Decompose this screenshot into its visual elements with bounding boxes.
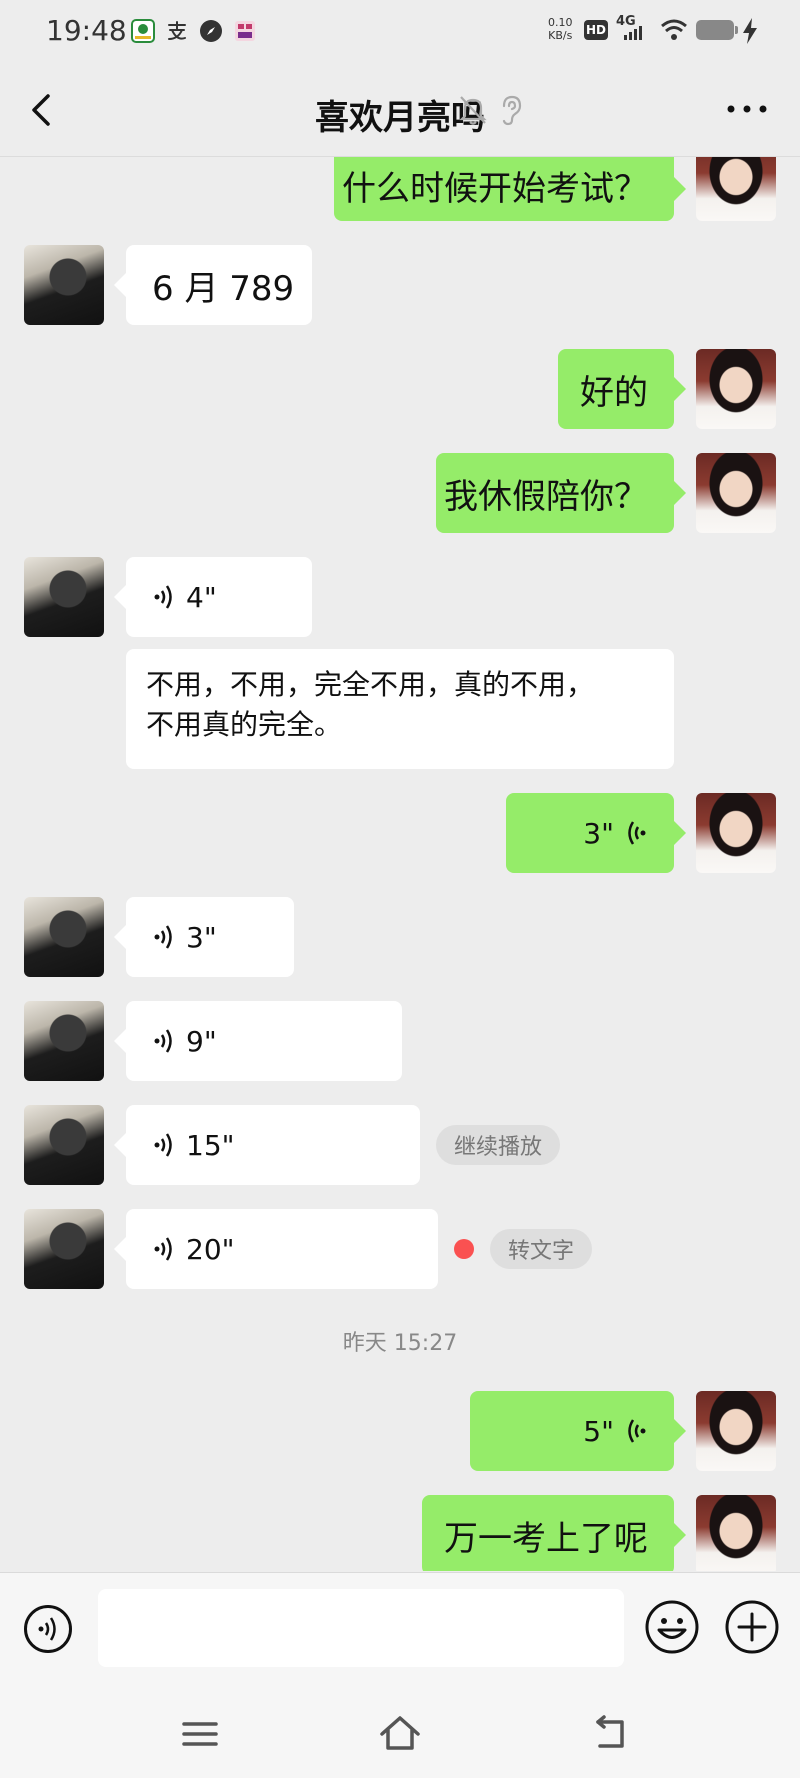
message-text: 什么时候开始考试？ <box>342 168 648 209</box>
voice-transcript[interactable]: 不用，不用，完全不用，真的不用， 不用真的完全。 <box>126 649 674 769</box>
emoji-button[interactable] <box>644 1599 700 1659</box>
voice-wave-icon <box>628 821 646 845</box>
voice-message-incoming[interactable]: 20" <box>114 1209 438 1289</box>
avatar-contact[interactable] <box>24 1001 104 1081</box>
avatar-contact[interactable] <box>24 897 104 977</box>
home-icon <box>380 1716 420 1750</box>
message-text: 我休假陪你？ <box>444 476 648 517</box>
transcript-line: 不用真的完全。 <box>146 708 343 741</box>
bell-off-icon <box>458 94 488 130</box>
voice-mode-button[interactable] <box>24 1605 72 1653</box>
voice-mode-icon <box>38 1617 56 1641</box>
more-horizontal-icon <box>727 105 767 113</box>
plus-circle-icon <box>725 1600 779 1654</box>
message-bubble-incoming[interactable]: 6 月 789 <box>114 245 312 325</box>
voice-message-outgoing[interactable]: 5" <box>470 1391 686 1471</box>
menu-icon <box>182 1722 218 1746</box>
message-bubble-outgoing[interactable]: 好的 <box>558 349 686 429</box>
status-time: 19:48 <box>46 14 127 47</box>
voice-duration: 5" <box>583 1414 614 1448</box>
timestamp: 昨天 15:27 <box>342 1331 458 1356</box>
hd-badge: HD <box>584 20 608 40</box>
avatar-self[interactable] <box>696 1391 776 1471</box>
avatar-contact[interactable] <box>24 245 104 325</box>
chat-header: 喜欢月亮吗 <box>0 64 800 157</box>
avatar-self[interactable] <box>696 349 776 429</box>
voice-wave-icon <box>154 1133 172 1157</box>
voice-duration: 15" <box>186 1128 235 1162</box>
wechat-pay-icon <box>130 18 156 44</box>
voice-message-incoming[interactable]: 4" <box>114 557 312 637</box>
voice-duration: 9" <box>186 1024 217 1058</box>
alipay-icon <box>164 18 190 44</box>
menu-button[interactable] <box>180 1716 220 1756</box>
transcript-line: 不用，不用，完全不用，真的不用， <box>146 668 595 701</box>
voice-message-incoming[interactable]: 15" <box>114 1105 420 1185</box>
avatar-self[interactable] <box>696 793 776 873</box>
voice-message-incoming[interactable]: 9" <box>114 1001 402 1081</box>
status-bar: 19:48 0.10 KB/s HD 4G <box>0 0 800 64</box>
message-bubble-outgoing[interactable]: 我休假陪你？ <box>436 453 686 533</box>
convert-to-text-button[interactable]: 转文字 <box>490 1229 593 1269</box>
continue-playing-button[interactable]: 继续播放 <box>436 1125 561 1165</box>
avatar-self[interactable] <box>696 453 776 533</box>
more-button[interactable] <box>722 94 772 124</box>
ear-icon <box>498 94 524 130</box>
message-text: 好的 <box>580 372 648 413</box>
voice-message-incoming[interactable]: 3" <box>114 897 294 977</box>
voice-duration: 3" <box>186 920 217 954</box>
app-icon <box>232 18 258 44</box>
voice-duration: 20" <box>186 1232 235 1266</box>
back-nav-button[interactable] <box>590 1714 630 1758</box>
voice-wave-icon <box>154 1237 172 1261</box>
plus-button[interactable] <box>724 1599 780 1659</box>
net-rate-unit: KB/s <box>548 29 573 42</box>
avatar-contact[interactable] <box>24 1105 104 1185</box>
unread-dot <box>454 1239 474 1259</box>
avatar-contact[interactable] <box>24 557 104 637</box>
voice-duration: 3" <box>583 816 614 850</box>
back-icon <box>596 1715 624 1748</box>
signal-icon <box>624 24 642 40</box>
message-text: 万一考上了呢 <box>444 1518 648 1559</box>
voice-message-outgoing[interactable]: 3" <box>506 793 686 873</box>
avatar-self[interactable] <box>696 157 776 221</box>
net-rate: 0.10 KB/s <box>548 16 573 42</box>
charging-icon <box>742 18 758 48</box>
avatar-self[interactable] <box>696 1495 776 1571</box>
voice-duration: 4" <box>186 580 217 614</box>
message-list[interactable]: 什么时候开始考试？ 6 月 789 好的 我休假陪你？ 4" 不用，不用，完全不… <box>0 157 800 1571</box>
input-bar <box>0 1572 800 1693</box>
home-button[interactable] <box>378 1714 422 1758</box>
battery-icon <box>696 20 734 40</box>
avatar-contact[interactable] <box>24 1209 104 1289</box>
message-input[interactable] <box>98 1589 624 1667</box>
page-title: 喜欢月亮吗 <box>315 98 485 138</box>
message-text: 6 月 789 <box>152 268 295 309</box>
wifi-icon <box>660 18 688 46</box>
message-bubble-outgoing[interactable]: 万一考上了呢 <box>422 1495 686 1571</box>
voice-wave-icon <box>154 925 172 949</box>
battery-nub <box>735 26 738 34</box>
voice-wave-icon <box>154 585 172 609</box>
voice-wave-icon <box>154 1029 172 1053</box>
system-nav-bar <box>0 1692 800 1778</box>
emoji-icon <box>645 1600 699 1654</box>
net-rate-value: 0.10 <box>548 16 573 29</box>
voice-wave-icon <box>628 1419 646 1443</box>
message-bubble-outgoing[interactable]: 什么时候开始考试？ <box>334 157 686 221</box>
compass-icon <box>198 18 224 44</box>
